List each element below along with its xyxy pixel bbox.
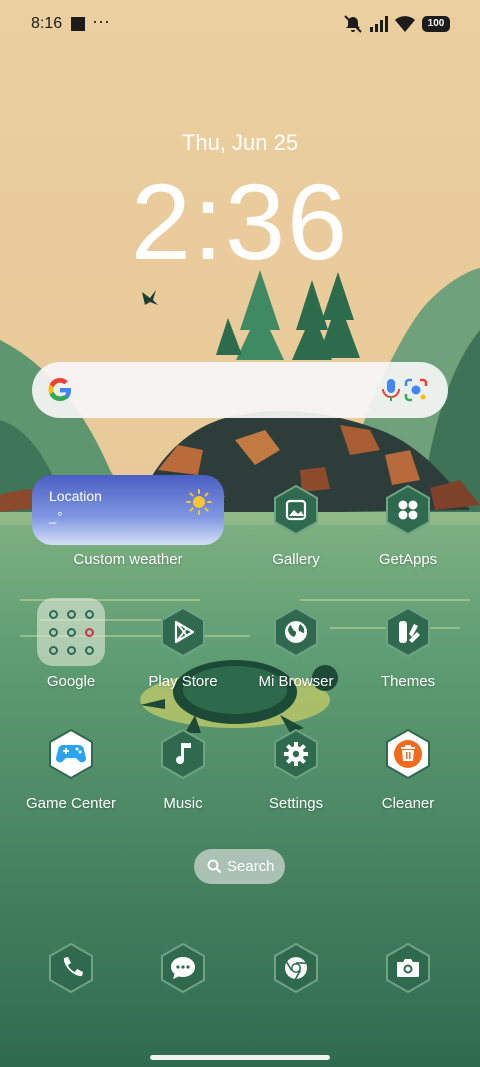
google-g-icon bbox=[48, 378, 71, 401]
google-search-bar[interactable] bbox=[32, 362, 448, 418]
folder-app-icon bbox=[67, 646, 76, 655]
weather-temperature: _° bbox=[49, 509, 64, 524]
clock-time[interactable]: 2:36 bbox=[0, 162, 480, 282]
more-dots-icon: ··· bbox=[92, 11, 110, 31]
folder-app-icon bbox=[49, 610, 58, 619]
gamepad-icon[interactable] bbox=[45, 728, 97, 780]
app-search-button[interactable]: Search bbox=[194, 849, 285, 884]
app-label-themes: Themes bbox=[380, 673, 436, 690]
music-note-icon[interactable] bbox=[157, 728, 209, 780]
search-label: Search bbox=[227, 858, 275, 875]
folder-app-icon bbox=[67, 628, 76, 637]
google-folder[interactable] bbox=[37, 598, 105, 666]
folder-app-icon bbox=[49, 646, 58, 655]
status-bar: 8:16 ··· 100 bbox=[0, 0, 480, 48]
app-label-getapps: GetApps bbox=[378, 551, 438, 568]
custom-weather-widget[interactable]: Location _° bbox=[32, 475, 224, 545]
themes-icon[interactable] bbox=[382, 606, 434, 658]
signal-icon bbox=[370, 16, 388, 32]
messages-icon[interactable] bbox=[157, 942, 209, 994]
globe-icon[interactable] bbox=[270, 606, 322, 658]
play-store-icon[interactable] bbox=[157, 606, 209, 658]
search-icon bbox=[207, 859, 222, 874]
microphone-icon[interactable] bbox=[380, 377, 402, 403]
square-icon bbox=[71, 17, 85, 31]
weather-location: Location bbox=[49, 488, 102, 504]
wifi-icon bbox=[395, 16, 415, 32]
folder-app-icon bbox=[85, 628, 94, 637]
app-label-custom-weather: Custom weather bbox=[73, 551, 183, 568]
folder-app-icon bbox=[85, 610, 94, 619]
status-time: 8:16 bbox=[31, 15, 63, 32]
chrome-icon[interactable] bbox=[270, 942, 322, 994]
date-label: Thu, Jun 25 bbox=[181, 130, 299, 155]
getapps-icon[interactable] bbox=[382, 484, 434, 536]
folder-app-icon bbox=[67, 610, 76, 619]
sun-icon bbox=[186, 489, 212, 515]
gallery-icon[interactable] bbox=[270, 484, 322, 536]
folder-app-icon bbox=[49, 628, 58, 637]
google-lens-icon[interactable] bbox=[403, 377, 429, 403]
camera-icon[interactable] bbox=[382, 942, 434, 994]
phone-icon[interactable] bbox=[45, 942, 97, 994]
battery-icon: 100 bbox=[422, 16, 450, 32]
vibrate-off-icon bbox=[344, 15, 362, 33]
home-indicator[interactable] bbox=[150, 1055, 330, 1060]
trash-icon[interactable] bbox=[382, 728, 434, 780]
gear-icon[interactable] bbox=[270, 728, 322, 780]
app-label-cleaner: Cleaner bbox=[381, 795, 435, 812]
folder-app-icon bbox=[85, 646, 94, 655]
